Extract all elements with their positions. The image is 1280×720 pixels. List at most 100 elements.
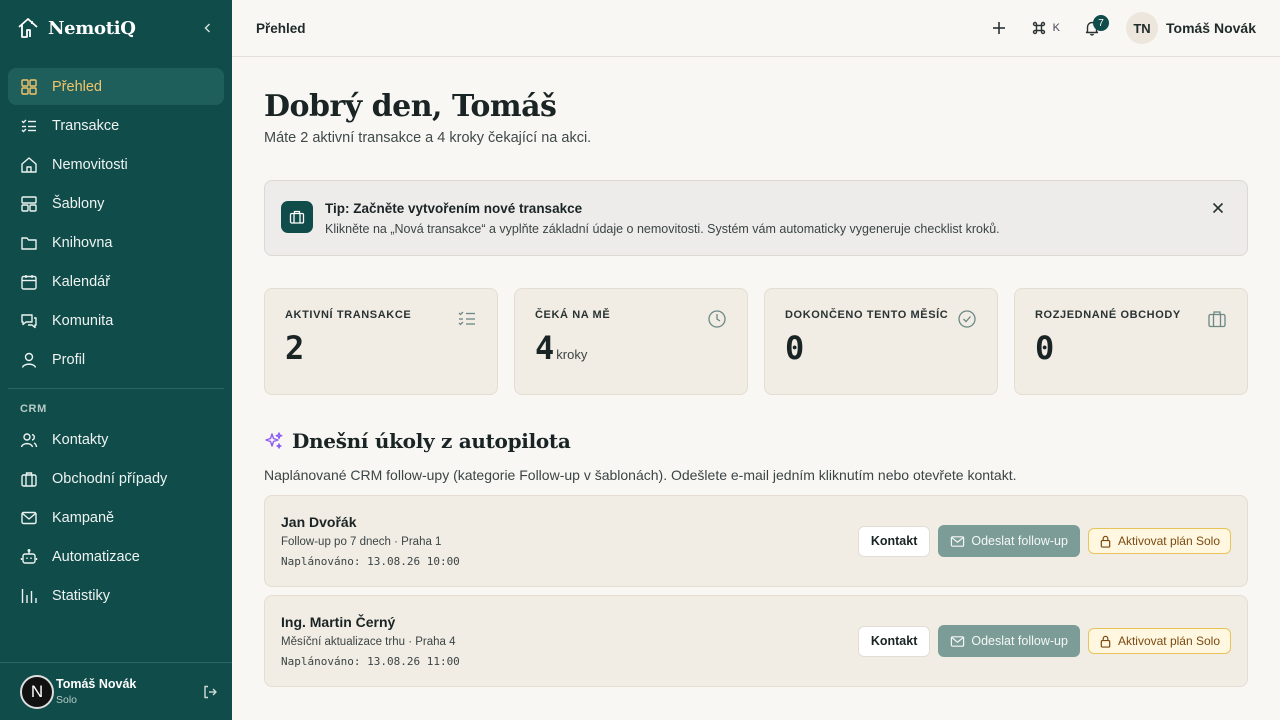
chevron-left-icon[interactable] [200,20,216,36]
mail-icon [951,635,965,647]
sparkles-icon [265,432,283,449]
sidebar-item-label: Komunita [52,312,114,329]
logout-icon[interactable] [202,684,218,700]
briefcase-icon [1208,311,1226,328]
stat-card-completed[interactable]: DOKONČENO TENTO MĚSÍC 0 [764,288,998,395]
bar-chart-icon [21,588,37,603]
folder-icon [21,236,37,250]
stat-number: 2 [285,329,305,367]
sidebar: NemotiQ Přehled Transakce Nemovitosti Ša… [0,0,232,720]
checklist-icon [21,119,36,132]
user-icon [21,352,37,368]
sidebar-item-kontakty[interactable]: Kontakty [8,421,224,458]
top-actions: K 7 TN Tomáš Novák [981,10,1256,46]
crm-nav: Kontakty Obchodní případy Kampaně Automa… [0,421,232,614]
user-menu[interactable]: TN Tomáš Novák [1126,12,1256,44]
notifications-button[interactable]: 7 [1074,10,1110,46]
page-title: Dobrý den, Tomáš [264,89,557,124]
sidebar-item-label: Knihovna [52,234,113,251]
stat-unit: kroky [556,347,588,362]
chat-icon [21,313,37,328]
footer-user-plan: Solo [56,694,78,706]
sidebar-item-label: Transakce [52,117,120,134]
autopilot-heading: Dnešní úkoly z autopilota [264,429,1248,453]
mail-icon [951,535,965,547]
stat-value: 2 [285,329,477,367]
brand-name: NemotiQ [48,17,136,39]
command-icon [1032,21,1045,35]
footer-user: Tomáš Novák Solo [54,677,136,706]
crm-section-label: CRM [20,403,47,415]
calendar-icon [21,274,37,290]
template-icon [21,195,37,212]
stat-label: DOKONČENO TENTO MĚSÍC [785,309,949,321]
contact-button[interactable]: Kontakt [857,525,931,557]
briefcase-icon [281,201,313,233]
send-follow-up-button[interactable]: Odeslat follow-up [938,525,1080,557]
brand[interactable]: NemotiQ [0,0,232,56]
checklist-icon [458,311,475,326]
tip-title: Tip: Začněte vytvořením nové transakce [325,200,583,216]
sidebar-item-label: Statistiky [52,587,111,604]
avatar[interactable]: N [20,674,54,709]
stat-value: 0 [1035,329,1227,367]
briefcase-icon [21,471,37,487]
sidebar-item-label: Obchodní případy [52,470,168,487]
stat-number: 4 [535,329,555,367]
command-palette-shortcut[interactable]: K [1031,20,1060,36]
dashboard-icon [21,78,37,95]
task-card: Ing. Martin Černý Měsíční aktualizace tr… [264,595,1248,687]
sidebar-footer: N Tomáš Novák Solo [0,662,232,720]
user-name: Tomáš Novák [1166,20,1256,36]
task-actions: Kontakt Odeslat follow-up Aktivovat plán… [857,525,1231,557]
sidebar-item-sablony[interactable]: Šablony [8,185,224,222]
activate-plan-button[interactable]: Aktivovat plán Solo [1087,528,1231,554]
home-icon [21,156,37,173]
stat-card-waiting[interactable]: ČEKÁ NA MĚ 4 kroky [514,288,748,395]
sidebar-item-label: Automatizace [52,548,140,565]
sidebar-item-label: Šablony [52,195,105,212]
sidebar-item-automatizace[interactable]: Automatizace [8,538,224,575]
sidebar-item-label: Přehled [52,78,102,95]
stat-number: 0 [785,329,805,367]
sidebar-item-profil[interactable]: Profil [8,341,224,378]
add-button[interactable] [981,10,1017,46]
stat-value: 4 kroky [535,329,727,367]
activate-plan-button[interactable]: Aktivovat plán Solo [1087,628,1231,654]
sidebar-item-label: Kalendář [52,273,111,290]
sidebar-item-prehled[interactable]: Přehled [8,68,224,105]
autopilot-title: Dnešní úkoly z autopilota [292,429,571,453]
sidebar-item-label: Kontakty [52,431,109,448]
sidebar-item-komunita[interactable]: Komunita [8,302,224,339]
send-follow-up-button[interactable]: Odeslat follow-up [938,625,1080,657]
main-nav: Přehled Transakce Nemovitosti Šablony Kn… [0,56,232,378]
stat-label: ČEKÁ NA MĚ [535,309,611,321]
stat-card-deals[interactable]: ROZJEDNANÉ OBCHODY 0 [1014,288,1248,395]
contact-button[interactable]: Kontakt [857,625,931,657]
clock-icon [708,310,726,328]
topbar: Přehled K 7 TN Tomáš Novák [232,0,1280,57]
main-content: Dobrý den, Tomáš Máte 2 aktivní transakc… [264,57,1248,687]
stat-label: AKTIVNÍ TRANSAKCE [285,309,412,321]
sidebar-item-kampane[interactable]: Kampaně [8,499,224,536]
users-icon [20,432,38,447]
plus-icon [992,22,1005,34]
bot-icon [20,548,38,564]
stat-number: 0 [1035,329,1055,367]
sidebar-item-nemovitosti[interactable]: Nemovitosti [8,146,224,183]
lock-icon [1100,635,1111,648]
sidebar-item-kalendar[interactable]: Kalendář [8,263,224,300]
autopilot-description: Naplánované CRM follow-upy (kategorie Fo… [264,467,1017,483]
close-icon[interactable] [1211,201,1227,217]
sidebar-item-obchodni-pripady[interactable]: Obchodní případy [8,460,224,497]
tip-text: Klikněte na „Nová transakce“ a vyplňte z… [325,221,1000,236]
send-follow-up-label: Odeslat follow-up [971,534,1068,548]
sidebar-item-transakce[interactable]: Transakce [8,107,224,144]
sidebar-item-knihovna[interactable]: Knihovna [8,224,224,261]
sidebar-item-statistiky[interactable]: Statistiky [8,577,224,614]
avatar: TN [1126,12,1158,44]
page-subtitle: Máte 2 aktivní transakce a 4 kroky čekaj… [264,130,592,146]
tip-content: Tip: Začněte vytvořením nové transakce K… [325,201,1000,236]
stat-card-active-transactions[interactable]: AKTIVNÍ TRANSAKCE 2 [264,288,498,395]
stat-label: ROZJEDNANÉ OBCHODY [1035,309,1181,321]
